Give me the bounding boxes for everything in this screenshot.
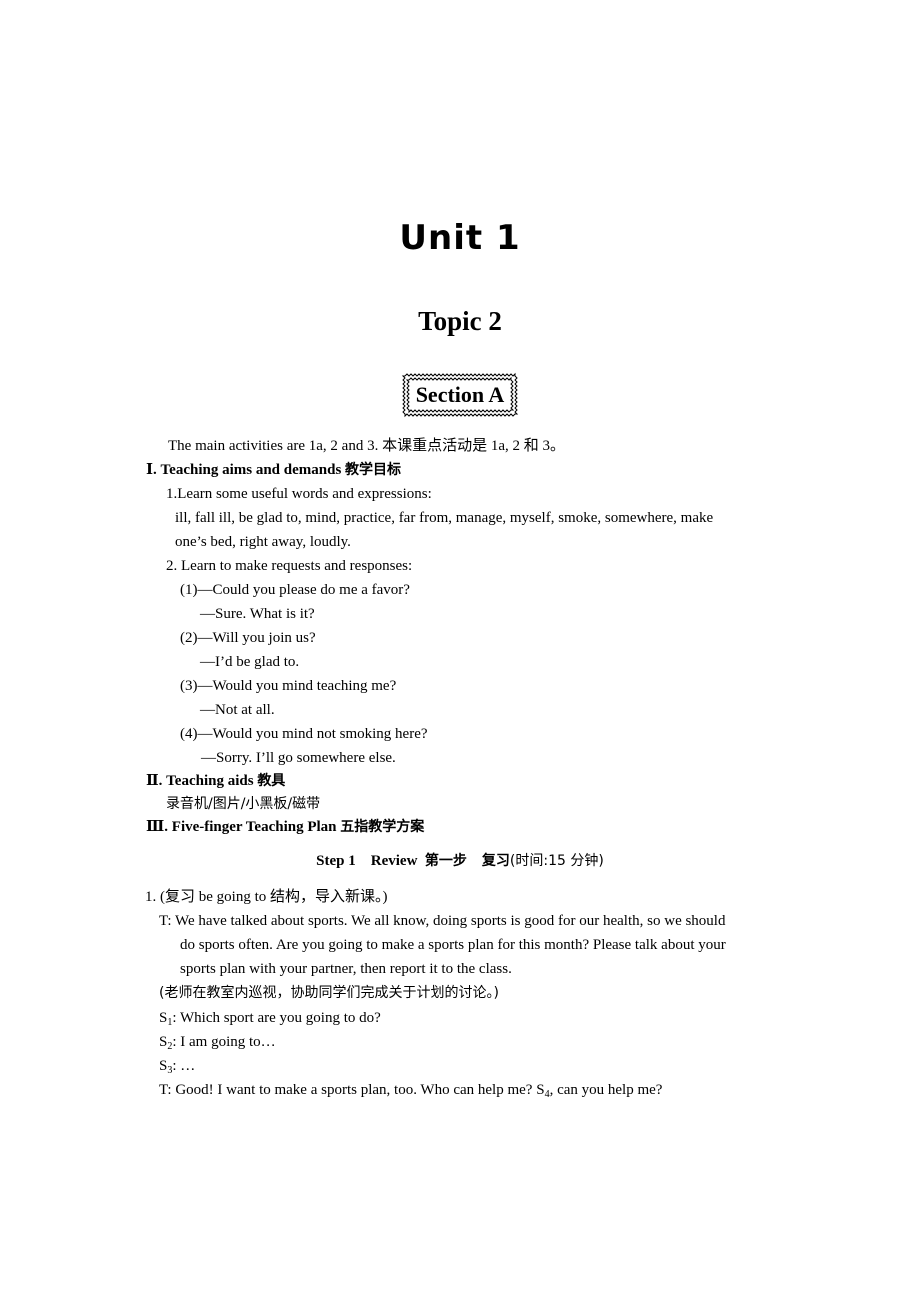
part2-heading: Ⅱ. Teaching aids 教具 <box>146 771 285 791</box>
dialogue-3-answer: —Not at all. <box>200 702 275 718</box>
dialogue-2-question: (2)—Will you join us? <box>180 628 316 648</box>
part1-title: Teaching aims and demands <box>160 462 342 478</box>
speech-text: : Which sport are you going to do? <box>172 1010 381 1026</box>
part3-heading: Ⅲ. Five-finger Teaching Plan 五指教学方案 <box>146 817 424 837</box>
teacher-line-1: T: We have talked about sports. We all k… <box>159 913 726 929</box>
part3-title-cn: 五指教学方案 <box>340 819 425 835</box>
step1-name: Review <box>370 853 418 869</box>
step1-time: (时间:15 分钟) <box>509 853 604 869</box>
student2-line: S2: I am going to… <box>159 1032 276 1052</box>
step1-label: Step 1 <box>316 853 356 869</box>
teacher-line-3: sports plan with your partner, then repo… <box>180 961 512 977</box>
dialogue-2-answer: —I’d be glad to. <box>200 654 300 670</box>
section-badge: Section A <box>401 372 519 418</box>
dialogue-question: —Will you join us? <box>197 630 316 646</box>
dialogue-4-answer: —Sorry. I’ll go somewhere else. <box>201 750 396 766</box>
student3-line: S3: … <box>159 1056 195 1076</box>
speech-text: T: Good! I want to make a sports plan, t… <box>159 1082 545 1098</box>
dialogue-question: —Would you mind teaching me? <box>197 678 397 694</box>
speech-text: : I am going to… <box>172 1034 276 1050</box>
intro-text: The main activities are 1a, 2 and 3. 本课重… <box>168 438 565 454</box>
part2-title: Teaching aids <box>166 773 254 789</box>
section-label: Section A <box>415 382 505 407</box>
item1-words-line2: one’s bed, right away, loudly. <box>175 534 351 550</box>
topic-title: Topic 2 <box>418 306 502 336</box>
part2-numeral: Ⅱ. <box>146 773 163 789</box>
teacher-note: (老师在教室内巡视，协助同学们完成关于计划的讨论。) <box>159 985 499 1001</box>
dialogue-question: —Would you mind not smoking here? <box>197 726 428 742</box>
dialogue-1-question: (1)—Could you please do me a favor? <box>180 580 410 600</box>
step1-name-cn: 复习 <box>481 853 510 869</box>
dialogue-number: (1) <box>180 582 198 598</box>
part1-numeral: Ⅰ. <box>146 462 157 478</box>
part1-heading: Ⅰ. Teaching aims and demands 教学目标 <box>146 460 401 480</box>
step1-heading: Step 1 Review 第一步 复习(时间:15 分钟) <box>0 851 920 871</box>
item1-heading: 1.Learn some useful words and expression… <box>166 486 432 502</box>
item2-heading: 2. Learn to make requests and responses: <box>166 558 413 574</box>
teacher-line-2: do sports often. Are you going to make a… <box>180 937 726 953</box>
dialogue-1-answer: —Sure. What is it? <box>200 606 315 622</box>
speech-text: : … <box>172 1058 196 1074</box>
item1-words-line1: ill, fall ill, be glad to, mind, practic… <box>175 510 714 526</box>
dialogue-number: (4) <box>180 726 198 742</box>
dialogue-number: (3) <box>180 678 198 694</box>
step1-label-cn: 第一步 <box>424 853 467 869</box>
dialogue-number: (2) <box>180 630 198 646</box>
activity1-heading: 1. (复习 be going to 结构，导入新课。) <box>145 889 388 905</box>
student1-line: S1: Which sport are you going to do? <box>159 1008 381 1028</box>
speech-text: , can you help me? <box>549 1082 663 1098</box>
dialogue-question: —Could you please do me a favor? <box>197 582 410 598</box>
dialogue-3-question: (3)—Would you mind teaching me? <box>180 676 396 696</box>
part3-title: Five-finger Teaching Plan <box>171 819 337 835</box>
part1-title-cn: 教学目标 <box>345 462 402 478</box>
teaching-aids-list: 录音机/图片/小黑板/磁带 <box>166 796 321 812</box>
dialogue-4-question: (4)—Would you mind not smoking here? <box>180 724 428 744</box>
part2-title-cn: 教具 <box>257 773 286 789</box>
unit-title: Unit 1 <box>399 218 521 258</box>
teacher-line-4: T: Good! I want to make a sports plan, t… <box>159 1080 662 1100</box>
part3-numeral: Ⅲ. <box>146 819 169 835</box>
